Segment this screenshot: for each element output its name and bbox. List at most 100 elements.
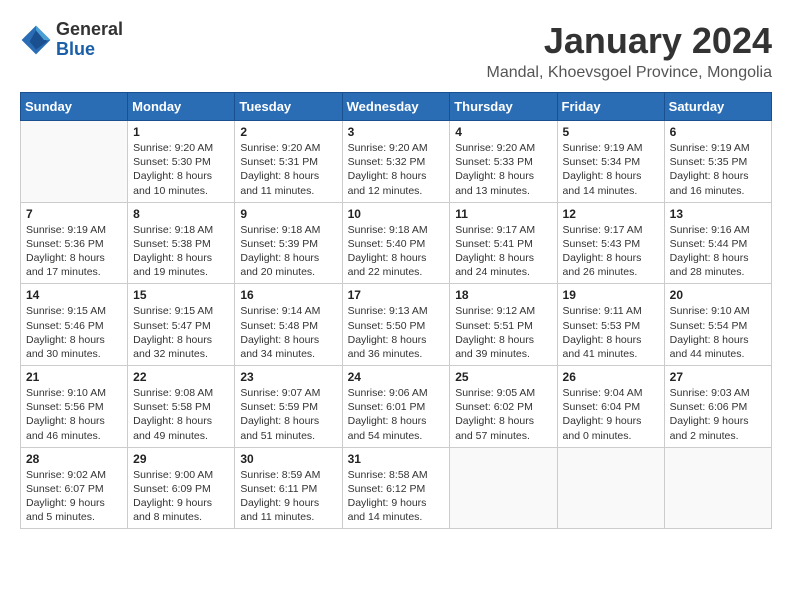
- day-number: 15: [133, 288, 229, 302]
- header-cell-friday: Friday: [557, 93, 664, 121]
- day-info: Sunrise: 9:20 AM Sunset: 5:30 PM Dayligh…: [133, 141, 229, 198]
- day-info: Sunrise: 9:15 AM Sunset: 5:46 PM Dayligh…: [26, 304, 122, 361]
- day-cell: 6 Sunrise: 9:19 AM Sunset: 5:35 PM Daylig…: [664, 121, 771, 203]
- day-cell: 25Sunrise: 9:05 AM Sunset: 6:02 PM Dayli…: [450, 366, 557, 448]
- day-info: Sunrise: 9:20 AM Sunset: 5:31 PM Dayligh…: [240, 141, 336, 198]
- day-number: 17: [348, 288, 445, 302]
- day-number: 18: [455, 288, 551, 302]
- day-number: 8: [133, 207, 229, 221]
- day-cell: 9 Sunrise: 9:18 AM Sunset: 5:39 PM Daylig…: [235, 202, 342, 284]
- day-number: 27: [670, 370, 766, 384]
- day-info: Sunrise: 9:17 AM Sunset: 5:43 PM Dayligh…: [563, 223, 659, 280]
- day-info: Sunrise: 9:05 AM Sunset: 6:02 PM Dayligh…: [455, 386, 551, 443]
- day-info: Sunrise: 9:20 AM Sunset: 5:33 PM Dayligh…: [455, 141, 551, 198]
- day-cell: 21Sunrise: 9:10 AM Sunset: 5:56 PM Dayli…: [21, 366, 128, 448]
- day-number: 30: [240, 452, 336, 466]
- week-row-4: 21Sunrise: 9:10 AM Sunset: 5:56 PM Dayli…: [21, 366, 772, 448]
- day-number: 6: [670, 125, 766, 139]
- day-info: Sunrise: 9:04 AM Sunset: 6:04 PM Dayligh…: [563, 386, 659, 443]
- day-cell: 29Sunrise: 9:00 AM Sunset: 6:09 PM Dayli…: [128, 447, 235, 529]
- day-info: Sunrise: 9:10 AM Sunset: 5:54 PM Dayligh…: [670, 304, 766, 361]
- day-cell: 14 Sunrise: 9:15 AM Sunset: 5:46 PM Dayli…: [21, 284, 128, 366]
- day-number: 1: [133, 125, 229, 139]
- day-cell: 22 Sunrise: 9:08 AM Sunset: 5:58 PM Dayli…: [128, 366, 235, 448]
- week-row-2: 7Sunrise: 9:19 AM Sunset: 5:36 PM Daylig…: [21, 202, 772, 284]
- day-cell: 24Sunrise: 9:06 AM Sunset: 6:01 PM Dayli…: [342, 366, 450, 448]
- calendar-body: 1 Sunrise: 9:20 AM Sunset: 5:30 PM Daylig…: [21, 121, 772, 529]
- day-number: 19: [563, 288, 659, 302]
- day-cell: 18 Sunrise: 9:12 AM Sunset: 5:51 PM Dayli…: [450, 284, 557, 366]
- day-number: 29: [133, 452, 229, 466]
- day-cell: 12Sunrise: 9:17 AM Sunset: 5:43 PM Dayli…: [557, 202, 664, 284]
- header-cell-saturday: Saturday: [664, 93, 771, 121]
- day-number: 10: [348, 207, 445, 221]
- day-number: 23: [240, 370, 336, 384]
- day-info: Sunrise: 9:18 AM Sunset: 5:40 PM Dayligh…: [348, 223, 445, 280]
- day-cell: 4 Sunrise: 9:20 AM Sunset: 5:33 PM Daylig…: [450, 121, 557, 203]
- logo-icon: [20, 24, 52, 56]
- day-info: Sunrise: 9:17 AM Sunset: 5:41 PM Dayligh…: [455, 223, 551, 280]
- day-info: Sunrise: 9:08 AM Sunset: 5:58 PM Dayligh…: [133, 386, 229, 443]
- day-info: Sunrise: 9:18 AM Sunset: 5:39 PM Dayligh…: [240, 223, 336, 280]
- day-info: Sunrise: 9:10 AM Sunset: 5:56 PM Dayligh…: [26, 386, 122, 443]
- day-cell: 23 Sunrise: 9:07 AM Sunset: 5:59 PM Dayli…: [235, 366, 342, 448]
- day-info: Sunrise: 9:18 AM Sunset: 5:38 PM Dayligh…: [133, 223, 229, 280]
- day-number: 7: [26, 207, 122, 221]
- day-info: Sunrise: 9:19 AM Sunset: 5:35 PM Dayligh…: [670, 141, 766, 198]
- day-number: 24: [348, 370, 445, 384]
- day-cell: 11Sunrise: 9:17 AM Sunset: 5:41 PM Dayli…: [450, 202, 557, 284]
- day-cell: 5 Sunrise: 9:19 AM Sunset: 5:34 PM Daylig…: [557, 121, 664, 203]
- day-cell: 7Sunrise: 9:19 AM Sunset: 5:36 PM Daylig…: [21, 202, 128, 284]
- day-number: 16: [240, 288, 336, 302]
- day-info: Sunrise: 9:12 AM Sunset: 5:51 PM Dayligh…: [455, 304, 551, 361]
- calendar-title: January 2024: [487, 20, 773, 62]
- day-number: 14: [26, 288, 122, 302]
- day-cell: [21, 121, 128, 203]
- week-row-5: 28 Sunrise: 9:02 AM Sunset: 6:07 PM Dayli…: [21, 447, 772, 529]
- day-info: Sunrise: 8:59 AM Sunset: 6:11 PM Dayligh…: [240, 468, 336, 525]
- header-cell-thursday: Thursday: [450, 93, 557, 121]
- day-info: Sunrise: 9:03 AM Sunset: 6:06 PM Dayligh…: [670, 386, 766, 443]
- day-cell: 1 Sunrise: 9:20 AM Sunset: 5:30 PM Daylig…: [128, 121, 235, 203]
- header-cell-wednesday: Wednesday: [342, 93, 450, 121]
- day-info: Sunrise: 9:19 AM Sunset: 5:34 PM Dayligh…: [563, 141, 659, 198]
- day-number: 22: [133, 370, 229, 384]
- day-info: Sunrise: 9:14 AM Sunset: 5:48 PM Dayligh…: [240, 304, 336, 361]
- calendar-table: SundayMondayTuesdayWednesdayThursdayFrid…: [20, 92, 772, 529]
- day-cell: 3Sunrise: 9:20 AM Sunset: 5:32 PM Daylig…: [342, 121, 450, 203]
- day-number: 2: [240, 125, 336, 139]
- day-number: 5: [563, 125, 659, 139]
- day-cell: 20 Sunrise: 9:10 AM Sunset: 5:54 PM Dayli…: [664, 284, 771, 366]
- day-cell: 30 Sunrise: 8:59 AM Sunset: 6:11 PM Dayli…: [235, 447, 342, 529]
- calendar-header: SundayMondayTuesdayWednesdayThursdayFrid…: [21, 93, 772, 121]
- day-info: Sunrise: 9:07 AM Sunset: 5:59 PM Dayligh…: [240, 386, 336, 443]
- day-cell: 31Sunrise: 8:58 AM Sunset: 6:12 PM Dayli…: [342, 447, 450, 529]
- day-cell: 16 Sunrise: 9:14 AM Sunset: 5:48 PM Dayli…: [235, 284, 342, 366]
- day-cell: [664, 447, 771, 529]
- day-number: 3: [348, 125, 445, 139]
- day-cell: [450, 447, 557, 529]
- day-info: Sunrise: 9:15 AM Sunset: 5:47 PM Dayligh…: [133, 304, 229, 361]
- day-number: 4: [455, 125, 551, 139]
- day-cell: 15 Sunrise: 9:15 AM Sunset: 5:47 PM Dayli…: [128, 284, 235, 366]
- header-cell-tuesday: Tuesday: [235, 93, 342, 121]
- logo-text: General Blue: [56, 20, 123, 60]
- day-info: Sunrise: 9:02 AM Sunset: 6:07 PM Dayligh…: [26, 468, 122, 525]
- day-cell: 8 Sunrise: 9:18 AM Sunset: 5:38 PM Daylig…: [128, 202, 235, 284]
- header-row: SundayMondayTuesdayWednesdayThursdayFrid…: [21, 93, 772, 121]
- day-number: 28: [26, 452, 122, 466]
- day-cell: [557, 447, 664, 529]
- logo-general-text: General: [56, 20, 123, 40]
- logo-blue-text: Blue: [56, 40, 123, 60]
- day-number: 20: [670, 288, 766, 302]
- header: General Blue January 2024 Mandal, Khoevs…: [20, 20, 772, 82]
- day-cell: 17 Sunrise: 9:13 AM Sunset: 5:50 PM Dayli…: [342, 284, 450, 366]
- day-info: Sunrise: 9:16 AM Sunset: 5:44 PM Dayligh…: [670, 223, 766, 280]
- day-number: 13: [670, 207, 766, 221]
- day-info: Sunrise: 8:58 AM Sunset: 6:12 PM Dayligh…: [348, 468, 445, 525]
- header-cell-sunday: Sunday: [21, 93, 128, 121]
- day-info: Sunrise: 9:13 AM Sunset: 5:50 PM Dayligh…: [348, 304, 445, 361]
- logo: General Blue: [20, 20, 123, 60]
- week-row-3: 14 Sunrise: 9:15 AM Sunset: 5:46 PM Dayli…: [21, 284, 772, 366]
- day-number: 9: [240, 207, 336, 221]
